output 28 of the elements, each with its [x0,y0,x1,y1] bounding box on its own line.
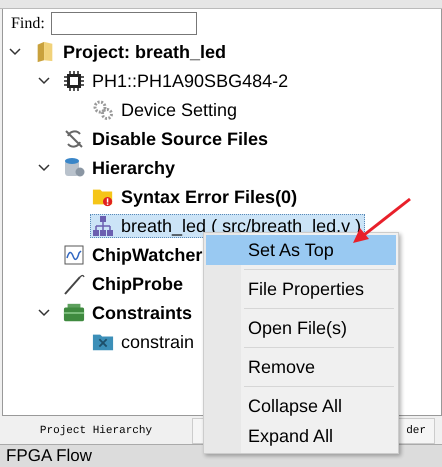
tree-item[interactable]: Disable Source Files [61,126,272,150]
find-label: Find: [11,14,45,32]
menu-item[interactable]: File Properties [206,274,396,304]
database-icon [63,156,85,178]
gears-icon [92,98,114,120]
menu-item[interactable]: Remove [206,352,396,382]
hierarchy-icon [92,214,114,236]
tree-item[interactable]: Constraints [61,300,196,324]
find-field[interactable] [50,12,197,35]
menu-item[interactable]: Open File(s) [206,313,396,343]
menu-item[interactable]: Collapse All [206,391,396,421]
tree-item[interactable]: ChipProbe [61,272,188,296]
tree-item[interactable]: ChipWatcher [61,242,206,266]
folder-icon [63,302,85,324]
tree-item[interactable]: Project: breath_led [32,40,230,64]
tree-item[interactable]: PH1::PH1A90SBG484-2 [61,68,292,92]
tree-item[interactable]: Syntax Error Files(0) [90,184,302,208]
crossed-sync-icon [63,128,85,150]
chip-icon [63,70,85,92]
tree-item[interactable]: Hierarchy [61,156,180,180]
tree-item[interactable]: Device Setting [90,98,242,122]
menu-item[interactable]: Set As Top [206,235,396,265]
tree-item[interactable]: constrain [90,330,198,354]
probe-icon [63,272,85,294]
panel-title: FPGA Flow [6,447,92,465]
waveform-icon [63,244,85,266]
menu-item[interactable]: Expand All [206,421,396,451]
annotation-arrow [352,197,412,245]
